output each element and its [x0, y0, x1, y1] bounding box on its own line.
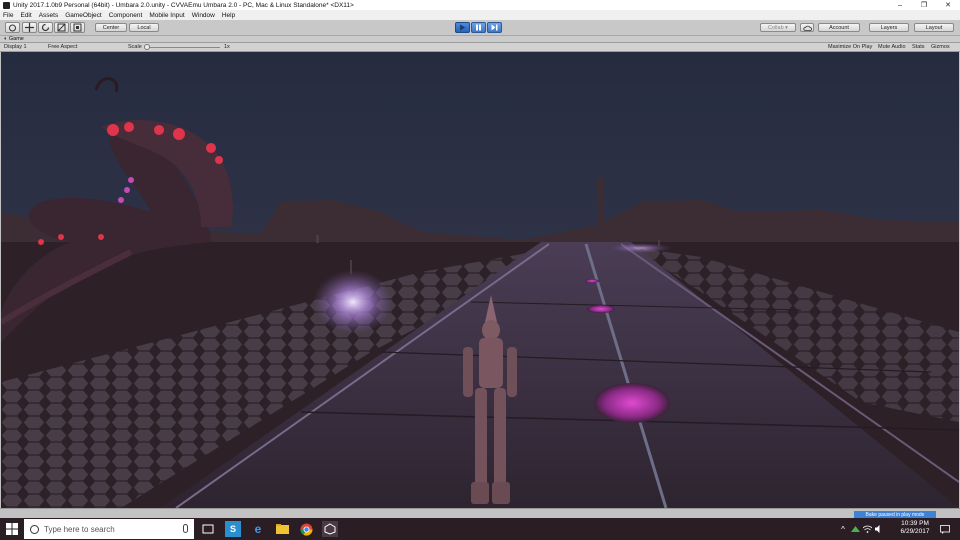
- cortana-icon: [30, 524, 39, 534]
- scale-tool-button[interactable]: [54, 22, 69, 33]
- pivot-toggle[interactable]: Center: [95, 23, 127, 32]
- layers-label: Layers: [880, 24, 898, 31]
- task-view-icon[interactable]: [200, 521, 216, 537]
- layout-label: Layout: [925, 24, 943, 31]
- tray-app-icon[interactable]: [850, 521, 860, 537]
- layout-dropdown[interactable]: Layout: [914, 23, 954, 32]
- cloud-button[interactable]: [800, 23, 814, 32]
- cloud-icon: [802, 25, 812, 31]
- game-view-tab-strip: ◐ Game: [0, 36, 960, 43]
- collab-label: Collab ▾: [768, 24, 788, 31]
- network-icon[interactable]: [862, 521, 872, 537]
- pause-button[interactable]: [471, 22, 486, 33]
- skype-icon[interactable]: S: [225, 521, 241, 537]
- maximize-on-play-toggle[interactable]: Maximize On Play: [828, 44, 872, 50]
- move-tool-button[interactable]: [22, 22, 37, 33]
- window-title: Unity 2017.1.0b9 Personal (64bit) - Umba…: [13, 1, 354, 9]
- clock-time: 10:39 PM: [901, 520, 929, 527]
- taskbar-clock[interactable]: 10:39 PM 6/29/2017: [892, 520, 938, 536]
- rotate-tool-button[interactable]: [38, 22, 53, 33]
- distant-tower: [598, 182, 603, 227]
- clock-date: 6/29/2017: [900, 528, 930, 535]
- scale-label: Scale: [128, 44, 142, 50]
- hand-icon: [9, 24, 16, 31]
- scale-slider-handle[interactable]: [144, 44, 150, 50]
- tab-game[interactable]: ◐ Game: [4, 36, 24, 42]
- window-titlebar: Unity 2017.1.0b9 Personal (64bit) - Umba…: [0, 0, 960, 10]
- gizmos-dropdown[interactable]: Gizmos: [931, 44, 950, 50]
- play-button[interactable]: [455, 22, 470, 33]
- windows-start-icon[interactable]: [6, 523, 18, 535]
- microphone-icon[interactable]: [183, 524, 188, 533]
- glow-pad-mid: [587, 305, 615, 313]
- editor-status-bar: Bake paused in play mode: [0, 508, 960, 518]
- layers-dropdown[interactable]: Layers: [869, 23, 909, 32]
- scale-value: 1x: [224, 44, 230, 50]
- notifications-icon[interactable]: [938, 521, 952, 537]
- menu-window[interactable]: Window: [192, 12, 215, 19]
- menu-mobile-input[interactable]: Mobile Input: [149, 12, 184, 19]
- space-toggle[interactable]: Local: [129, 23, 159, 32]
- glow-pad-near: [594, 383, 670, 423]
- display-dropdown[interactable]: Display 1: [4, 44, 27, 50]
- menu-gameobject[interactable]: GameObject: [65, 12, 102, 19]
- edge-browser-icon[interactable]: e: [250, 521, 266, 537]
- aspect-dropdown[interactable]: Free Aspect: [48, 44, 77, 50]
- menu-edit[interactable]: Edit: [20, 12, 31, 19]
- bake-status: Bake paused in play mode: [854, 511, 936, 518]
- scale-icon: [57, 23, 66, 32]
- step-icon: [491, 24, 498, 31]
- windows-taskbar: Type here to search S e ^ 10:39 PM 6/29/…: [0, 518, 960, 540]
- menu-bar: File Edit Assets GameObject Component Mo…: [0, 10, 960, 20]
- maximize-button[interactable]: ❐: [912, 0, 936, 10]
- window-controls: – ❐ ✕: [888, 0, 960, 10]
- tray-chevron-icon[interactable]: ^: [838, 521, 848, 537]
- chrome-icon[interactable]: [298, 521, 314, 537]
- volume-icon[interactable]: [874, 521, 884, 537]
- pivot-label: Center: [102, 24, 120, 31]
- space-label: Local: [137, 24, 151, 31]
- rotate-icon: [41, 23, 50, 32]
- menu-component[interactable]: Component: [109, 12, 143, 19]
- taskbar-search[interactable]: Type here to search: [24, 519, 194, 539]
- menu-help[interactable]: Help: [222, 12, 235, 19]
- hand-tool-button[interactable]: [5, 22, 20, 33]
- play-icon: [460, 24, 466, 31]
- minimize-button[interactable]: –: [888, 0, 912, 10]
- move-arrows-icon: [25, 23, 34, 32]
- account-dropdown[interactable]: Account: [818, 23, 860, 32]
- game-view-options: Display 1 Free Aspect Scale 1x Maximize …: [0, 43, 960, 52]
- step-button[interactable]: [487, 22, 502, 33]
- stats-toggle[interactable]: Stats: [912, 44, 925, 50]
- rect-tool-icon: [73, 23, 82, 32]
- unity-taskbar-icon[interactable]: [322, 521, 338, 537]
- game-tab-label: Game: [8, 36, 24, 42]
- menu-file[interactable]: File: [3, 12, 13, 19]
- collab-button[interactable]: Collab ▾: [760, 23, 796, 32]
- account-label: Account: [829, 24, 849, 31]
- unity-logo-icon: [3, 1, 10, 9]
- close-button[interactable]: ✕: [936, 0, 960, 10]
- light-glow: [313, 270, 393, 334]
- game-scene: [1, 52, 959, 508]
- rect-tool-button[interactable]: [70, 22, 85, 33]
- file-explorer-icon[interactable]: [274, 521, 290, 537]
- mute-audio-toggle[interactable]: Mute Audio: [878, 44, 906, 50]
- search-placeholder: Type here to search: [44, 524, 115, 534]
- pause-icon: [476, 24, 481, 31]
- glow-pad-far: [585, 279, 599, 283]
- scale-slider-track[interactable]: [148, 47, 220, 48]
- main-toolbar: Center Local Collab ▾ Account Layers Lay…: [0, 20, 960, 36]
- game-viewport[interactable]: [1, 52, 959, 508]
- menu-assets[interactable]: Assets: [39, 12, 59, 19]
